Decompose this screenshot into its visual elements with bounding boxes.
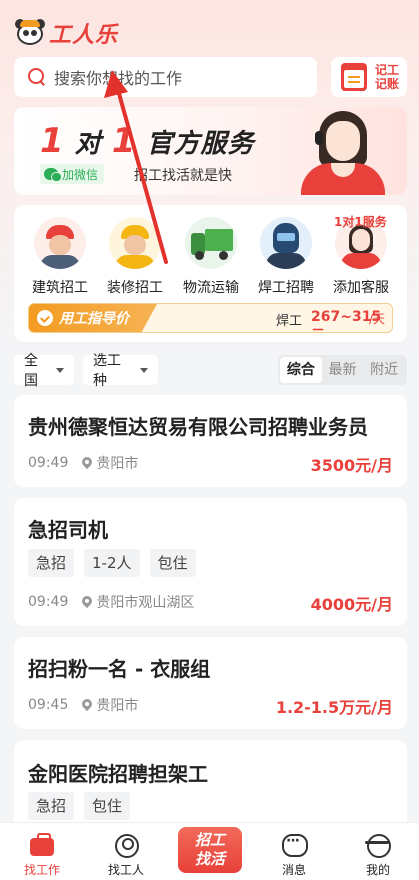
- job-meta: 09:45 贵阳市: [28, 697, 139, 714]
- job-tag: 急招: [28, 549, 75, 577]
- profile-helmet-icon: [365, 833, 391, 858]
- job-salary: 4000元/月: [310, 595, 393, 614]
- tab-messages[interactable]: 消息: [264, 833, 324, 878]
- briefcase-icon: [29, 833, 55, 857]
- job-title: 急招司机: [28, 518, 108, 542]
- sort-comprehensive[interactable]: 综合: [280, 357, 322, 383]
- search-placeholder: 搜索你想找的工作: [54, 69, 183, 88]
- service-agent-image: [293, 109, 393, 195]
- wechat-badge: 加微信: [40, 164, 105, 184]
- banner-title: 1 对 1 官方服务: [40, 121, 255, 161]
- message-icon: [281, 833, 308, 857]
- job-tag: 急招: [28, 792, 75, 820]
- category-card: 建筑招工 装修招工 物流运输 焊工招聘 添加客服 1对1服务 用工指导价 焊工 …: [14, 205, 407, 342]
- category-construction[interactable]: 建筑招工: [24, 217, 96, 297]
- person-icon: [113, 833, 139, 858]
- calendar-icon: [341, 63, 367, 91]
- record-work-button[interactable]: 记工记账: [331, 57, 407, 97]
- search-input[interactable]: 搜索你想找的工作: [14, 57, 317, 97]
- panda-mascot-icon: [14, 19, 46, 47]
- job-card[interactable]: 急招司机 急招 1-2人 包住 09:49 贵阳市观山湖区 4000元/月: [14, 498, 407, 626]
- job-tags: 急招 1-2人 包住: [28, 549, 206, 577]
- chevron-down-icon: [140, 367, 148, 373]
- post-job-button[interactable]: 招工 找活: [178, 827, 242, 873]
- job-title: 招扫粉一名 - 衣服组: [28, 657, 211, 681]
- tab-find-job[interactable]: 找工作: [12, 833, 72, 878]
- bottom-tab-bar: 找工作 找工人 招工 找活 消息 我的: [0, 822, 419, 880]
- service-badge: 1对1服务: [334, 215, 387, 229]
- tab-find-worker[interactable]: 找工人: [96, 833, 156, 878]
- check-icon: [37, 310, 53, 326]
- job-title: 贵州德聚恒达贸易有限公司招聘业务员: [28, 415, 368, 439]
- job-tag: 1-2人: [84, 549, 140, 577]
- welder-icon: [260, 217, 312, 269]
- job-tag: 包住: [84, 792, 131, 820]
- location-pin-icon: [82, 699, 92, 711]
- truck-icon: [185, 217, 237, 269]
- job-meta: 09:49 贵阳市观山湖区: [28, 594, 195, 611]
- job-title: 金阳医院招聘担架工: [28, 762, 208, 786]
- region-filter[interactable]: 全国: [14, 353, 74, 389]
- category-welder[interactable]: 焊工招聘: [250, 217, 322, 297]
- wage-guide-bar[interactable]: 用工指导价 焊工 267~315元 /天: [28, 303, 393, 333]
- logo-text: 工人乐: [49, 23, 119, 48]
- job-salary: 3500元/月: [310, 456, 393, 475]
- sort-segmented-control: 综合 最新 附近: [278, 355, 407, 385]
- chevron-down-icon: [56, 367, 64, 373]
- job-salary: 1.2-1.5万元/月: [275, 698, 393, 717]
- wage-job-name: 焊工: [276, 314, 303, 329]
- search-icon: [28, 68, 46, 86]
- location-pin-icon: [82, 596, 92, 608]
- construction-worker-icon: [34, 217, 86, 269]
- app-logo: 工人乐: [14, 18, 118, 48]
- job-tags: 急招 包住: [28, 792, 140, 820]
- decoration-worker-icon: [109, 217, 161, 269]
- service-banner[interactable]: 1 对 1 官方服务 加微信 招工找活就是快: [14, 107, 407, 195]
- wage-unit: /天: [369, 312, 386, 326]
- banner-subtitle: 招工找活就是快: [134, 168, 232, 184]
- job-type-filter[interactable]: 选工种: [83, 353, 158, 389]
- wage-guide-tag: 用工指导价: [29, 304, 157, 332]
- category-logistics[interactable]: 物流运输: [175, 217, 247, 297]
- category-decoration[interactable]: 装修招工: [99, 217, 171, 297]
- job-meta: 09:49 贵阳市: [28, 455, 139, 472]
- job-card[interactable]: 招扫粉一名 - 衣服组 09:45 贵阳市 1.2-1.5万元/月: [14, 637, 407, 729]
- wechat-icon: [44, 168, 62, 182]
- sort-latest[interactable]: 最新: [322, 357, 364, 383]
- tab-profile[interactable]: 我的: [348, 833, 408, 878]
- location-pin-icon: [82, 457, 92, 469]
- job-tag: 包住: [149, 549, 196, 577]
- record-work-label: 记工记账: [375, 63, 400, 91]
- sort-nearby[interactable]: 附近: [363, 357, 405, 383]
- job-card[interactable]: 贵州德聚恒达贸易有限公司招聘业务员 09:49 贵阳市 3500元/月: [14, 395, 407, 487]
